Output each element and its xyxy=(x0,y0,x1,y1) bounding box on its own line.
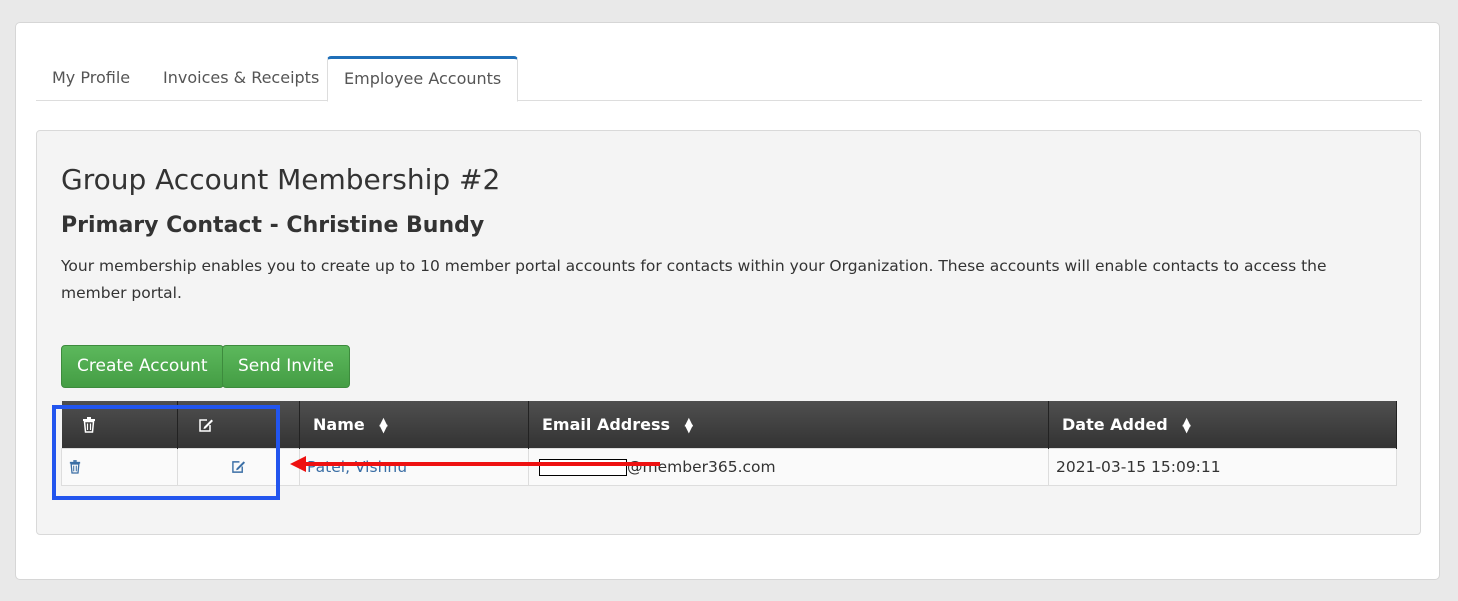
name-header-label: Name xyxy=(313,414,365,434)
sort-icon: ▲ ▼ xyxy=(684,415,694,436)
email-header-label: Email Address xyxy=(542,414,671,434)
sort-icon: ▲ ▼ xyxy=(1182,415,1191,436)
trash-icon[interactable] xyxy=(69,460,81,474)
accounts-table-container: Name ▲ ▼ Email Address ▲ ▼ Date Added ▲ ▼ xyxy=(61,401,1397,486)
annotation-arrow-line xyxy=(303,462,660,466)
create-account-button[interactable]: Create Account xyxy=(61,345,224,388)
name-cell: Patel, Vishnu xyxy=(299,447,529,486)
date-added-column-header[interactable]: Date Added ▲ ▼ xyxy=(1048,401,1397,448)
name-column-header[interactable]: Name ▲ ▼ xyxy=(299,401,529,448)
date-added-cell: 2021-03-15 15:09:11 xyxy=(1048,447,1397,486)
delete-cell xyxy=(61,447,178,486)
edit-cell xyxy=(177,447,300,486)
account-card: My Profile Invoices & Receipts Employee … xyxy=(15,22,1440,580)
edit-icon xyxy=(199,419,213,432)
accounts-table: Name ▲ ▼ Email Address ▲ ▼ Date Added ▲ ▼ xyxy=(61,401,1397,486)
page-title: Group Account Membership #2 xyxy=(61,163,501,196)
tab-my-profile[interactable]: My Profile xyxy=(36,56,146,101)
tab-employee-accounts[interactable]: Employee Accounts xyxy=(327,56,519,102)
sort-icon: ▲ ▼ xyxy=(379,415,388,436)
tab-invoices-receipts[interactable]: Invoices & Receipts xyxy=(147,56,335,101)
tab-bar: My Profile Invoices & Receipts Employee … xyxy=(36,56,1422,102)
member-name-link[interactable]: Patel, Vishnu xyxy=(307,458,407,476)
email-cell: @member365.com xyxy=(528,447,1049,486)
email-column-header[interactable]: Email Address ▲ ▼ xyxy=(528,401,1049,448)
email-domain: @member365.com xyxy=(627,457,776,476)
table-header-row: Name ▲ ▼ Email Address ▲ ▼ Date Added ▲ ▼ xyxy=(61,401,1397,448)
edit-column-header xyxy=(177,401,300,448)
employee-accounts-panel: Group Account Membership #2 Primary Cont… xyxy=(36,130,1421,535)
membership-description: Your membership enables you to create up… xyxy=(61,257,1327,302)
send-invite-button[interactable]: Send Invite xyxy=(222,345,350,388)
delete-column-header xyxy=(61,401,178,448)
table-row: Patel, Vishnu @member365.com 2021-03-15 … xyxy=(61,447,1397,486)
trash-icon xyxy=(82,417,95,433)
primary-contact-heading: Primary Contact - Christine Bundy xyxy=(61,213,485,238)
date-header-label: Date Added xyxy=(1062,414,1168,434)
annotation-arrow-head xyxy=(290,456,306,472)
edit-icon[interactable] xyxy=(231,460,246,474)
